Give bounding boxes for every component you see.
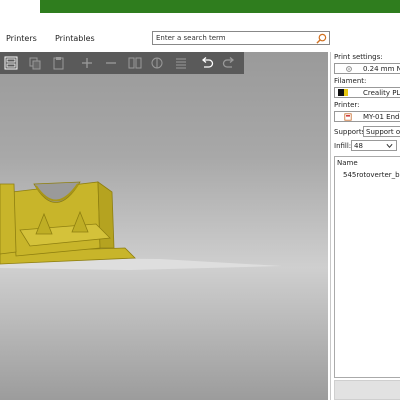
infill-value: 48	[354, 142, 363, 150]
object-list-header: Name	[337, 159, 358, 167]
add-instance-icon	[82, 58, 92, 68]
remove-instance-icon	[106, 62, 116, 64]
filament-color-swatch-yellow	[344, 89, 348, 96]
app-window: Printers Printables Enter a search term …	[0, 0, 400, 400]
top-band	[0, 0, 400, 20]
copy-button[interactable]	[26, 54, 44, 72]
slice-button[interactable]	[334, 380, 400, 400]
printer-icon	[344, 113, 352, 121]
3d-model-view[interactable]	[0, 52, 328, 400]
3d-viewport[interactable]	[0, 52, 328, 400]
accent-bar	[0, 0, 400, 13]
search-input[interactable]	[156, 32, 311, 44]
printer-select[interactable]: MY-01 Ender	[334, 111, 400, 122]
remove-instance-button[interactable]	[102, 54, 120, 72]
supports-value: Support o	[366, 128, 400, 136]
filament-value: Creality PLA	[363, 89, 400, 97]
arrange-button[interactable]	[2, 54, 20, 72]
menu-printables[interactable]: Printables	[55, 34, 95, 43]
gear-icon	[346, 66, 352, 72]
search-box	[152, 31, 330, 45]
layers-icon	[176, 58, 186, 69]
print-settings-value: 0.24 mm NO	[363, 65, 400, 73]
split-objects-icon	[128, 57, 142, 69]
split-parts-button[interactable]	[148, 54, 166, 72]
chevron-down-icon	[386, 143, 393, 149]
undo-button[interactable]	[198, 54, 216, 72]
filament-select[interactable]: Creality PLA	[334, 87, 400, 98]
copy-icon	[29, 57, 41, 70]
split-parts-icon	[151, 57, 163, 69]
infill-select[interactable]: 48	[351, 140, 397, 151]
settings-panel: Print settings: 0.24 mm NO Filament: Cre…	[330, 52, 400, 400]
accent-bar-gap	[0, 0, 40, 13]
model-object	[0, 181, 136, 265]
undo-icon	[201, 57, 214, 68]
supports-select[interactable]: Support o	[363, 126, 400, 137]
redo-icon	[222, 57, 235, 68]
paste-button[interactable]	[50, 54, 68, 72]
viewport-toolbar	[0, 52, 244, 74]
object-list[interactable]: Name 545rotoverter_bas	[334, 156, 400, 378]
menu-printers[interactable]: Printers	[6, 34, 37, 43]
print-settings-select[interactable]: 0.24 mm NO	[334, 63, 400, 74]
search-icon[interactable]	[316, 33, 327, 44]
print-settings-label: Print settings:	[334, 53, 383, 61]
paste-icon	[53, 57, 64, 70]
list-item[interactable]: 545rotoverter_bas	[343, 171, 400, 179]
add-instance-button[interactable]	[78, 54, 96, 72]
layers-button[interactable]	[172, 54, 190, 72]
split-objects-button[interactable]	[126, 54, 144, 72]
printer-label: Printer:	[334, 101, 360, 109]
arrange-icon	[4, 56, 18, 70]
redo-button[interactable]	[220, 54, 238, 72]
printer-value: MY-01 Ender	[363, 113, 400, 121]
filament-label: Filament:	[334, 77, 367, 85]
infill-label: Infill:	[334, 142, 352, 150]
